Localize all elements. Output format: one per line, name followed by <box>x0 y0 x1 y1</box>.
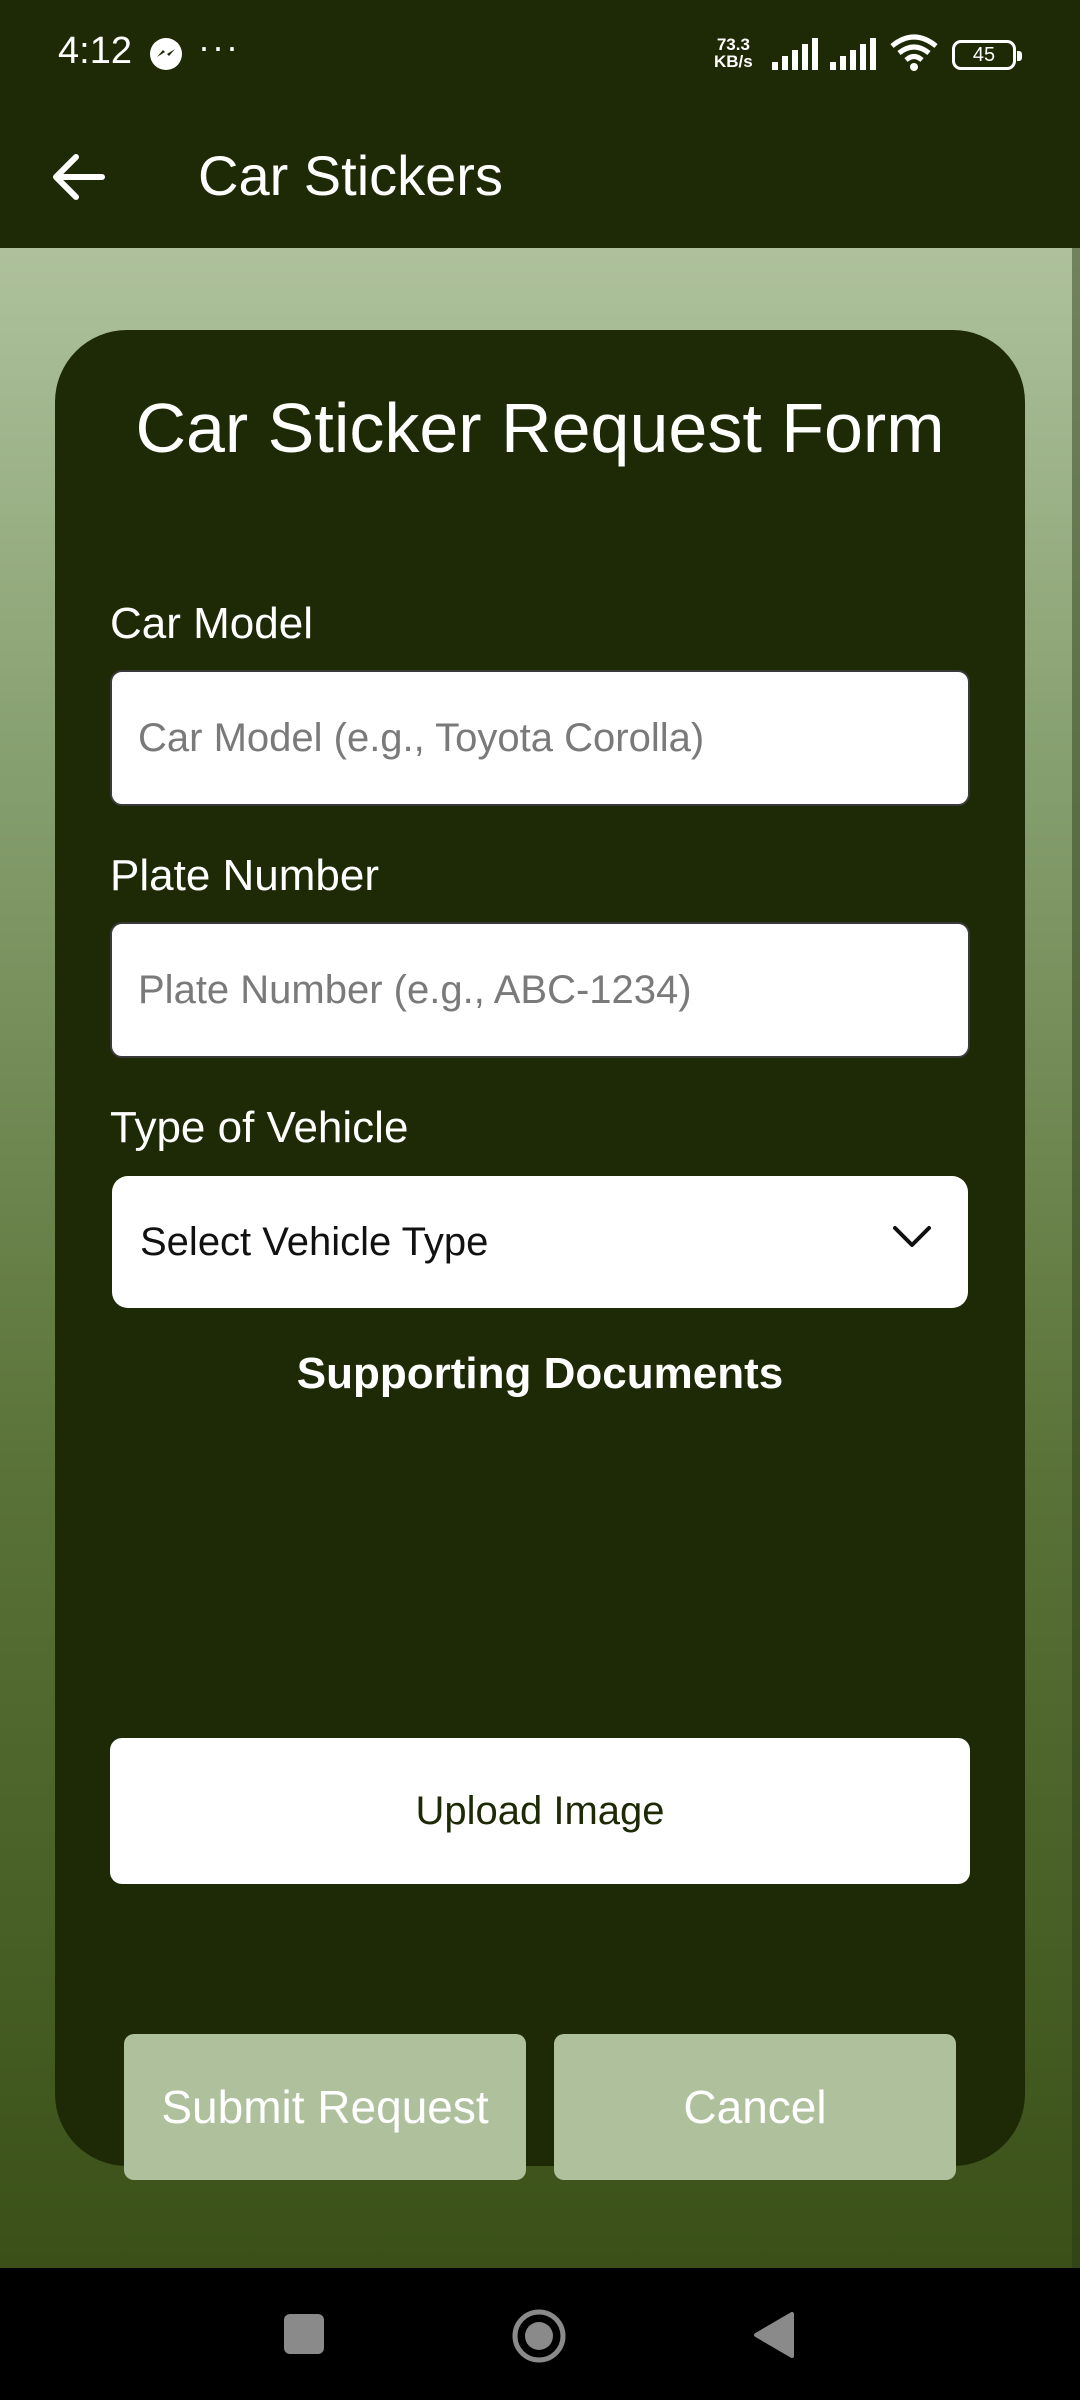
plate-number-label: Plate Number <box>110 851 380 900</box>
back-triangle-icon[interactable] <box>752 2310 796 2360</box>
car-model-label: Car Model <box>110 599 313 648</box>
signal-icon-2 <box>830 38 876 70</box>
network-speed-value: 73.3 <box>716 35 750 54</box>
form-card: Car Sticker Request Form Car Model Plate… <box>55 330 1025 2180</box>
messenger-icon <box>150 38 182 70</box>
status-time: 4:12 <box>58 30 132 72</box>
cancel-button[interactable]: Cancel <box>554 2034 956 2180</box>
home-icon[interactable] <box>511 2308 567 2364</box>
upload-image-button[interactable]: Upload Image <box>110 1738 970 1884</box>
page-title: Car Stickers <box>198 144 503 207</box>
recents-icon[interactable] <box>284 2314 324 2354</box>
system-nav-bar <box>0 2268 1080 2400</box>
vehicle-type-selected: Select Vehicle Type <box>140 1220 489 1264</box>
content-area: Car Sticker Request Form Car Model Plate… <box>0 248 1080 2268</box>
car-model-input[interactable] <box>110 670 970 806</box>
battery-icon: 45 <box>952 40 1022 70</box>
scrollbar[interactable] <box>1072 248 1080 2268</box>
network-speed: 73.3 KB/s <box>714 36 753 70</box>
status-bar: 4:12 ··· 73.3 KB/s 45 <box>0 0 1080 104</box>
form-title: Car Sticker Request Form <box>135 389 945 467</box>
vehicle-type-label: Type of Vehicle <box>110 1103 409 1152</box>
plate-number-input[interactable] <box>110 922 970 1058</box>
more-notifications-icon: ··· <box>198 26 240 67</box>
chevron-down-icon <box>893 1226 931 1247</box>
wifi-icon <box>890 34 938 71</box>
signal-icon <box>772 38 818 70</box>
app-bar: Car Stickers <box>0 104 1080 248</box>
submit-request-button[interactable]: Submit Request <box>124 2034 526 2180</box>
arrow-left-icon[interactable] <box>44 142 114 212</box>
network-speed-unit: KB/s <box>714 52 753 71</box>
supporting-documents-heading: Supporting Documents <box>296 1349 784 1398</box>
battery-level: 45 <box>972 44 996 66</box>
vehicle-type-select[interactable]: Select Vehicle Type <box>112 1176 968 1308</box>
